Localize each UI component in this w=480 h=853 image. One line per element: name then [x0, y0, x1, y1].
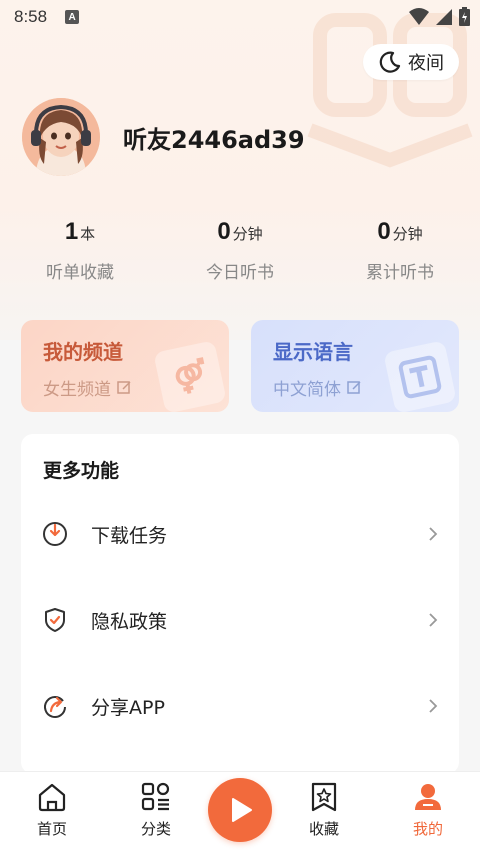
- menu-item-share-app[interactable]: 分享APP: [21, 678, 459, 734]
- username[interactable]: 听友2446ad39: [123, 120, 305, 155]
- status-time: 8:58: [14, 7, 48, 26]
- channel-value: 女生频道: [43, 380, 111, 400]
- night-mode-button[interactable]: 夜间: [363, 44, 459, 80]
- nav-label: 收藏: [308, 820, 339, 838]
- download-icon: [43, 522, 67, 546]
- nav-favorites[interactable]: 收藏: [289, 780, 359, 839]
- stat-value: 1: [64, 218, 79, 245]
- menu-item-privacy-policy[interactable]: 隐私政策: [21, 592, 459, 648]
- stat-unit: 本: [80, 225, 96, 243]
- home-icon: [38, 783, 66, 812]
- stats-row: 1本 听单收藏 0 分钟 今日听书 0 分钟 累计听书: [0, 218, 480, 298]
- my-channel-card[interactable]: 我的频道 女生频道: [21, 320, 229, 412]
- menu-item-label: 下载任务: [91, 524, 168, 547]
- book-watermark-icon: [307, 13, 473, 168]
- edit-icon: [347, 381, 361, 394]
- battery-icon: [459, 7, 470, 26]
- nav-home[interactable]: 首页: [17, 780, 87, 839]
- section-title: 更多功能: [43, 460, 120, 482]
- avatar-image: [22, 98, 100, 176]
- status-icons: [409, 7, 470, 26]
- stat-today[interactable]: 0 分钟 今日听书: [160, 218, 320, 283]
- nav-profile[interactable]: 我的: [393, 780, 463, 839]
- nav-label: 首页: [36, 820, 67, 838]
- card-subtitle: 女生频道: [43, 375, 132, 400]
- share-icon: [44, 696, 66, 718]
- menu-item-download-tasks[interactable]: 下载任务: [21, 506, 459, 562]
- card-title: 显示语言: [273, 340, 353, 364]
- chevron-right-icon: [429, 527, 438, 541]
- stat-value: 0: [377, 218, 391, 245]
- signal-icon: [436, 8, 452, 25]
- chevron-right-icon: [429, 699, 438, 713]
- wifi-icon: [409, 7, 429, 25]
- nav-label: 我的: [412, 820, 443, 838]
- bookmark-star-icon: [311, 782, 337, 812]
- display-language-card[interactable]: 显示语言 中文简体: [251, 320, 459, 412]
- nav-label: 分类: [140, 820, 171, 838]
- nav-category[interactable]: 分类: [121, 780, 191, 839]
- stat-total[interactable]: 0 分钟 累计听书: [320, 218, 480, 283]
- language-value: 中文简体: [273, 380, 341, 400]
- stat-favorites[interactable]: 1本 听单收藏: [0, 218, 160, 283]
- stat-unit: 分钟: [232, 225, 263, 243]
- avatar[interactable]: [22, 98, 100, 176]
- chevron-right-icon: [429, 613, 438, 627]
- menu-item-label: 分享APP: [91, 696, 165, 719]
- stat-label: 累计听书: [366, 263, 434, 283]
- stat-value: 0: [217, 218, 231, 245]
- stat-unit: 分钟: [392, 225, 423, 243]
- status-bar: 8:58 A: [0, 0, 480, 34]
- night-mode-label: 夜间: [408, 53, 444, 74]
- moon-icon: [379, 51, 401, 73]
- card-subtitle: 中文简体: [273, 375, 362, 400]
- stat-label: 今日听书: [206, 263, 274, 283]
- gender-symbol-icon: [153, 340, 227, 412]
- notification-badge: A: [65, 10, 80, 24]
- stat-label: 听单收藏: [46, 263, 114, 283]
- card-title: 我的频道: [43, 340, 123, 364]
- menu-item-label: 隐私政策: [91, 610, 168, 633]
- text-t-icon: [383, 340, 457, 412]
- more-functions-panel: 更多功能 下载任务 隐私政策 分享APP: [21, 434, 459, 774]
- edit-icon: [117, 381, 131, 394]
- profile-icon: [415, 784, 441, 810]
- play-button[interactable]: [208, 778, 272, 842]
- play-icon: [232, 798, 252, 822]
- category-icon: [141, 782, 170, 811]
- shield-check-icon: [45, 608, 65, 632]
